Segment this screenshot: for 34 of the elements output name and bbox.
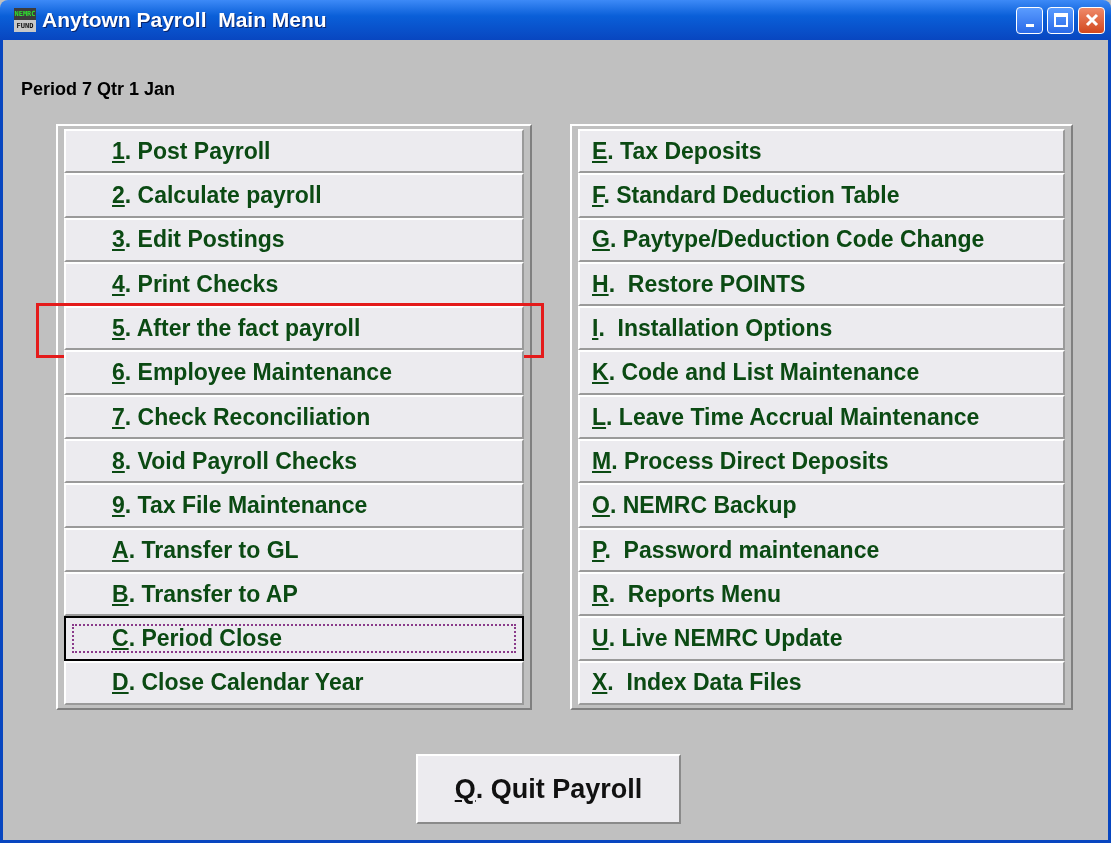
menu-button[interactable]: F. Standard Deduction Table (578, 173, 1065, 218)
menu-button[interactable]: B. Transfer to AP (64, 571, 524, 617)
menu-button[interactable]: C. Period Close (64, 616, 524, 661)
menu-button[interactable]: X. Index Data Files (578, 660, 1065, 705)
menu-button[interactable]: 9. Tax File Maintenance (64, 483, 524, 528)
menu-button[interactable]: 2. Calculate payroll (64, 173, 524, 218)
minimize-button[interactable] (1016, 6, 1043, 34)
menu-button[interactable]: U. Live NEMRC Update (578, 616, 1065, 661)
period-label: Period 7 Qtr 1 Jan (21, 78, 177, 101)
menu-button[interactable]: 3. Edit Postings (64, 217, 524, 262)
menu-button[interactable]: 1. Post Payroll (64, 129, 524, 174)
menu-button[interactable]: H. Restore POINTS (578, 261, 1065, 307)
menu-button[interactable]: D. Close Calendar Year (64, 660, 524, 705)
menu-button[interactable]: 8. Void Payroll Checks (64, 439, 524, 484)
menu-button[interactable]: 6. Employee Maintenance (64, 350, 524, 395)
close-button[interactable] (1078, 6, 1105, 34)
menu-button[interactable]: M. Process Direct Deposits (578, 439, 1065, 484)
menu-button[interactable]: I. Installation Options (578, 306, 1065, 351)
window-title: Anytown Payroll Main Menu (42, 7, 327, 34)
menu-button[interactable]: P. Password maintenance (578, 527, 1065, 572)
menu-button[interactable]: G. Paytype/Deduction Code Change (578, 217, 1065, 262)
menu-button[interactable]: O. NEMRC Backup (578, 483, 1065, 528)
maximize-icon (1052, 12, 1069, 28)
menu-button[interactable]: R. Reports Menu (578, 571, 1065, 617)
menu-button[interactable]: A. Transfer to GL (64, 527, 524, 572)
menu-button[interactable]: 5. After the fact payroll (64, 306, 524, 351)
menu-button[interactable]: 7. Check Reconciliation (64, 394, 524, 440)
minimize-icon (1025, 23, 1034, 27)
maximize-button[interactable] (1047, 6, 1074, 34)
menu-button[interactable]: K. Code and List Maintenance (578, 350, 1065, 395)
menu-button[interactable]: L. Leave Time Accrual Maintenance (578, 394, 1065, 440)
quit-button[interactable]: Q. Quit Payroll (416, 753, 681, 824)
menu-button[interactable]: E. Tax Deposits (578, 129, 1065, 174)
close-icon (1083, 12, 1100, 28)
